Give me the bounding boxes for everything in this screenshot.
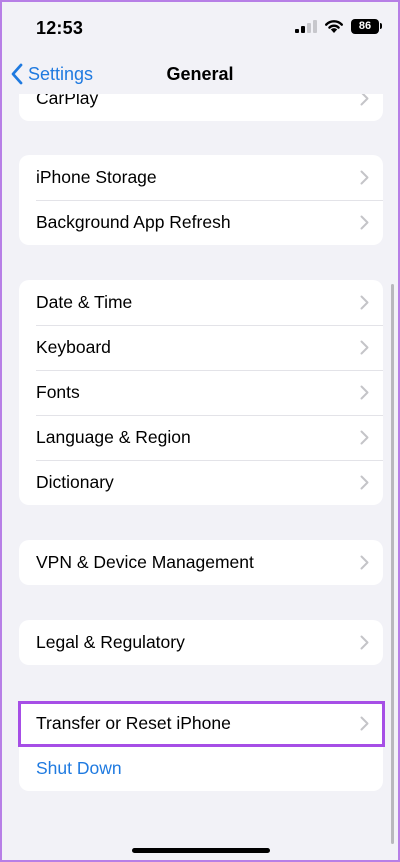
row-shut-down[interactable]: Shut Down — [19, 746, 383, 791]
row-label: VPN & Device Management — [36, 552, 254, 572]
settings-group-reset: Transfer or Reset iPhone Shut Down — [19, 701, 383, 791]
row-iphone-storage[interactable]: iPhone Storage — [19, 155, 383, 200]
back-label: Settings — [28, 63, 94, 84]
chevron-right-icon — [360, 555, 369, 570]
row-label: Keyboard — [36, 337, 111, 357]
row-label: Background App Refresh — [36, 212, 231, 232]
settings-list: CarPlay iPhone Storage Background App Re… — [2, 2, 398, 860]
row-legal-regulatory[interactable]: Legal & Regulatory — [19, 620, 383, 665]
chevron-left-icon — [11, 63, 23, 85]
chevron-right-icon — [360, 340, 369, 355]
row-transfer-reset-iphone[interactable]: Transfer or Reset iPhone — [19, 701, 383, 746]
shut-down-link: Shut Down — [36, 758, 122, 778]
status-icons: 86 — [295, 18, 382, 34]
scroll-indicator[interactable] — [391, 284, 394, 844]
chevron-right-icon — [360, 385, 369, 400]
status-time: 12:53 — [36, 18, 84, 38]
chevron-right-icon — [360, 170, 369, 185]
chevron-right-icon — [360, 475, 369, 490]
chevron-right-icon — [360, 430, 369, 445]
settings-group-locale: Date & Time Keyboard Fonts Language & Re… — [19, 280, 383, 505]
chevron-right-icon — [360, 635, 369, 650]
phone-screen: CarPlay iPhone Storage Background App Re… — [0, 0, 400, 862]
row-background-app-refresh[interactable]: Background App Refresh — [19, 200, 383, 245]
row-label: iPhone Storage — [36, 167, 157, 187]
chevron-right-icon — [360, 295, 369, 310]
row-language-region[interactable]: Language & Region — [19, 415, 383, 460]
row-label: Language & Region — [36, 427, 191, 447]
row-label: Date & Time — [36, 292, 133, 312]
chevron-right-icon — [360, 215, 369, 230]
settings-group-vpn: VPN & Device Management — [19, 540, 383, 585]
settings-group-storage: iPhone Storage Background App Refresh — [19, 155, 383, 245]
row-label: Legal & Regulatory — [36, 632, 185, 652]
battery-level: 86 — [351, 18, 379, 34]
row-label: Transfer or Reset iPhone — [36, 713, 231, 733]
row-label: Fonts — [36, 382, 80, 402]
cellular-signal-icon — [295, 19, 317, 33]
chevron-right-icon — [360, 716, 369, 731]
row-label: Dictionary — [36, 472, 114, 492]
row-dictionary[interactable]: Dictionary — [19, 460, 383, 505]
wifi-icon — [325, 20, 343, 33]
row-vpn-device-management[interactable]: VPN & Device Management — [19, 540, 383, 585]
settings-group-legal: Legal & Regulatory — [19, 620, 383, 665]
home-indicator[interactable] — [132, 848, 270, 853]
row-fonts[interactable]: Fonts — [19, 370, 383, 415]
status-bar: 12:53 86 — [2, 2, 398, 54]
battery-icon: 86 — [351, 18, 382, 34]
row-date-time[interactable]: Date & Time — [19, 280, 383, 325]
navigation-bar: Settings General — [2, 54, 398, 94]
back-button[interactable]: Settings — [10, 54, 93, 94]
row-keyboard[interactable]: Keyboard — [19, 325, 383, 370]
